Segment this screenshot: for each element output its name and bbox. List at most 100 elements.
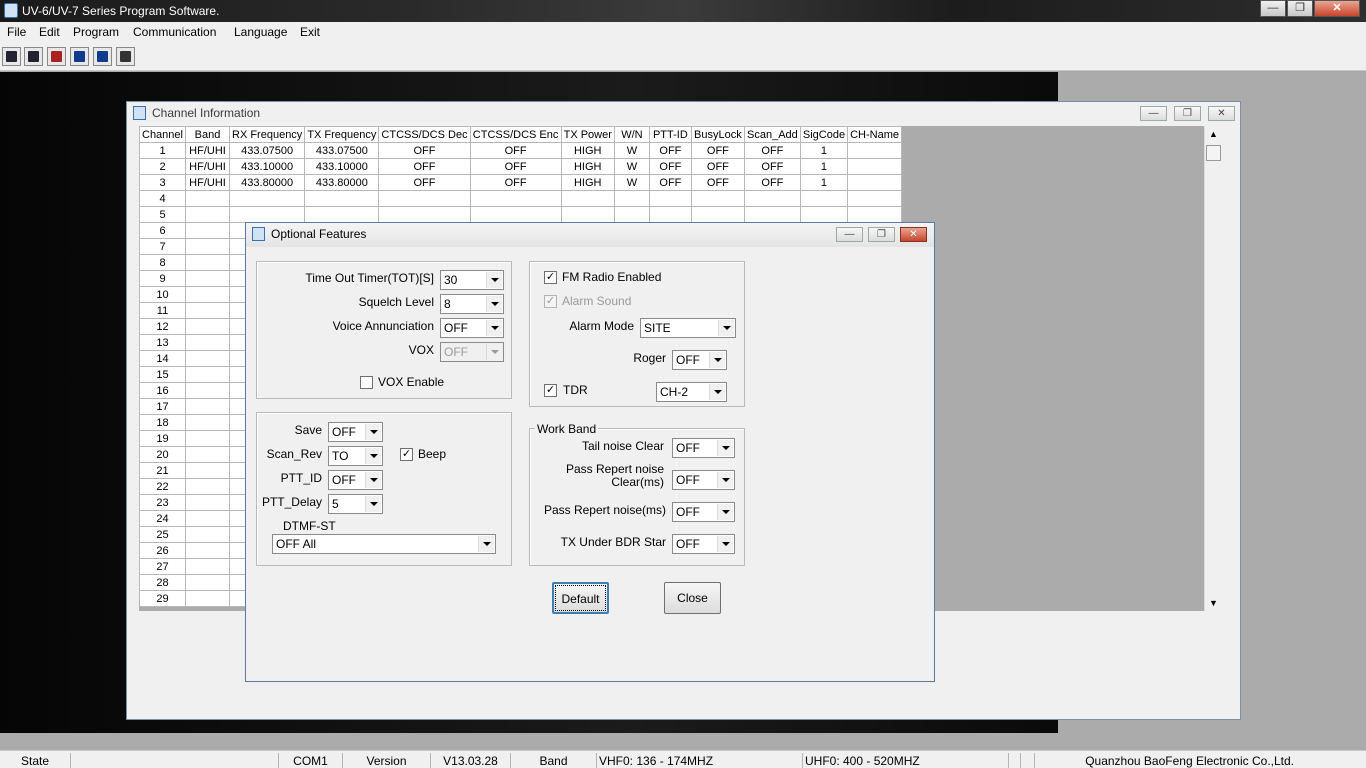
table-cell[interactable]: OFF [378,174,471,191]
scroll-thumb[interactable] [1206,145,1221,161]
table-cell[interactable]: OFF [469,142,562,159]
write-radio-icon[interactable] [70,47,89,66]
table-cell[interactable]: 433.80000 [228,174,306,191]
table-cell[interactable]: 7 [139,238,186,255]
pass-repert-clear-select[interactable]: OFF [672,470,735,490]
maximize-button[interactable]: ❐ [1287,0,1313,17]
table-cell[interactable]: 28 [139,574,186,591]
table-cell[interactable] [185,462,230,479]
table-cell[interactable]: OFF [469,174,562,191]
table-cell[interactable] [799,206,849,223]
table-cell[interactable]: OFF [648,158,692,175]
pass-repert-noise-select[interactable]: OFF [672,502,735,522]
table-cell[interactable]: 29 [139,590,186,607]
fm-radio-checkbox[interactable]: ✓ [544,271,557,284]
column-header[interactable]: CTCSS/DCS Dec [378,126,471,143]
table-cell[interactable] [185,430,230,447]
table-cell[interactable] [613,190,650,207]
table-cell[interactable] [847,158,902,175]
table-cell[interactable] [185,590,230,607]
table-cell[interactable] [648,190,692,207]
table-cell[interactable] [185,222,230,239]
table-cell[interactable]: OFF [690,142,745,159]
table-row[interactable]: 1 HF/UHI 433.07500 433.07500 OFF OFF HIGH W OFF O… [139,142,902,159]
table-cell[interactable]: OFF [378,158,471,175]
program-icon[interactable] [93,47,112,66]
table-cell[interactable] [185,542,230,559]
minimize-button[interactable]: — [1260,0,1286,17]
column-header[interactable]: BusyLock [690,126,745,143]
table-cell[interactable] [185,366,230,383]
table-cell[interactable] [304,206,380,223]
tot-select[interactable]: 30 [440,270,504,290]
table-cell[interactable]: 11 [139,302,186,319]
table-cell[interactable]: W [613,174,650,191]
table-cell[interactable] [185,350,230,367]
table-cell[interactable]: 6 [139,222,186,239]
column-header[interactable]: RX Frequency [228,126,306,143]
voice-annunciation-select[interactable]: OFF [440,318,504,338]
table-cell[interactable]: OFF [648,174,692,191]
menu-communication[interactable]: Communication [133,25,216,39]
close-dialog-button[interactable]: Close [664,582,721,614]
table-cell[interactable]: HIGH [560,142,615,159]
default-button[interactable]: Default [552,582,609,614]
table-cell[interactable] [743,190,801,207]
column-header[interactable]: CH-Name [847,126,902,143]
ptt-delay-select[interactable]: 5 [328,494,383,514]
table-cell[interactable]: OFF [648,142,692,159]
table-cell[interactable]: OFF [469,158,562,175]
read-radio-icon[interactable] [47,47,66,66]
channel-close-button[interactable]: ✕ [1208,106,1235,121]
table-cell[interactable] [185,414,230,431]
table-cell[interactable] [185,302,230,319]
table-cell[interactable] [185,238,230,255]
alarm-mode-select[interactable]: SITE [640,318,736,338]
table-cell[interactable] [847,174,902,191]
table-cell[interactable]: 433.10000 [304,158,380,175]
table-cell[interactable]: 24 [139,510,186,527]
table-cell[interactable]: 1 [799,158,849,175]
table-cell[interactable] [185,318,230,335]
table-cell[interactable]: OFF [743,158,801,175]
table-row[interactable]: 3 HF/UHI 433.80000 433.80000 OFF OFF HIGH W OFF O… [139,174,902,191]
table-cell[interactable] [185,270,230,287]
table-cell[interactable] [185,206,230,223]
table-cell[interactable] [469,190,562,207]
column-header[interactable]: Channel [139,126,186,143]
table-row[interactable]: 4 [139,190,902,207]
table-row[interactable]: 5 [139,206,902,223]
table-cell[interactable]: 15 [139,366,186,383]
table-cell[interactable] [799,190,849,207]
dialog-restore-button[interactable]: ❐ [868,227,895,242]
table-cell[interactable]: 2 [139,158,186,175]
table-cell[interactable] [185,286,230,303]
table-cell[interactable] [560,206,615,223]
column-header[interactable]: CTCSS/DCS Enc [469,126,562,143]
table-cell[interactable]: HIGH [560,158,615,175]
table-cell[interactable] [185,254,230,271]
table-cell[interactable] [185,478,230,495]
table-cell[interactable]: HIGH [560,174,615,191]
table-cell[interactable]: 3 [139,174,186,191]
menu-edit[interactable]: Edit [39,25,60,39]
vox-enable-checkbox[interactable] [360,376,373,389]
table-cell[interactable]: 19 [139,430,186,447]
table-cell[interactable]: 23 [139,494,186,511]
table-cell[interactable] [469,206,562,223]
table-cell[interactable] [185,510,230,527]
table-cell[interactable]: 8 [139,254,186,271]
table-cell[interactable]: HF/UHI [185,158,230,175]
tx-under-bdr-select[interactable]: OFF [672,534,735,554]
menu-language[interactable]: Language [234,25,287,39]
table-row[interactable]: 2 HF/UHI 433.10000 433.10000 OFF OFF HIGH W OFF O… [139,158,902,175]
column-header[interactable]: TX Power [560,126,615,143]
channel-minimize-button[interactable]: — [1140,106,1167,121]
ptt-id-select[interactable]: OFF [328,470,383,490]
table-cell[interactable]: 1 [799,174,849,191]
scroll-down-icon[interactable]: ▼ [1205,595,1222,611]
close-button[interactable]: ✕ [1314,0,1360,17]
open-icon[interactable] [2,47,21,66]
table-cell[interactable]: 1 [139,142,186,159]
table-cell[interactable]: 22 [139,478,186,495]
